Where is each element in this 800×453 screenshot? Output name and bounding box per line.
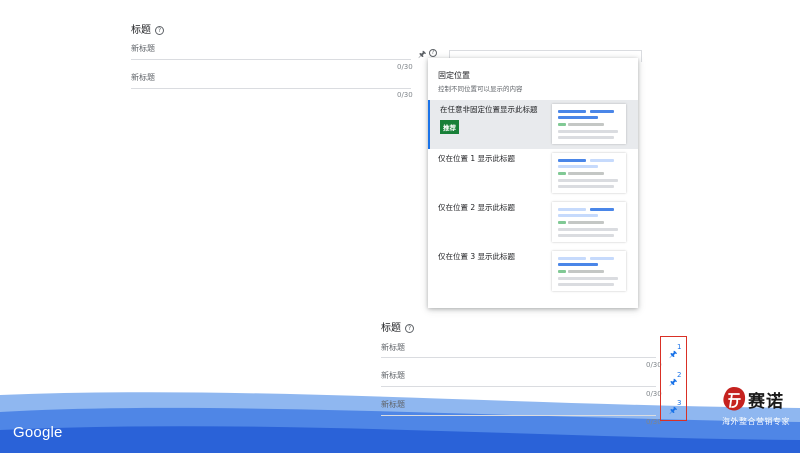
headline-placeholder: 新标题 — [381, 343, 405, 352]
headline-char-counter: 0/30 — [397, 91, 413, 99]
pinned-positions-highlight: 🖈 1 🖈 2 🖈 3 — [660, 336, 687, 421]
option-label: 在任意非固定位置显示此标题 — [440, 105, 538, 114]
pin-position-label: 3 — [677, 399, 682, 407]
headline-input[interactable]: 新标题 — [381, 366, 656, 387]
menu-option-any-position[interactable]: 在任意非固定位置显示此标题 推荐 — [428, 100, 638, 149]
pushpin-icon[interactable]: 🖈 — [418, 47, 426, 63]
headline-input[interactable]: 新标题 — [131, 40, 411, 60]
preview-thumbnail — [552, 153, 626, 193]
pin-position-label: 1 — [677, 343, 682, 351]
headline-placeholder: 新标题 — [131, 73, 155, 82]
headlines-section-title: 标题? — [131, 21, 164, 36]
headline-placeholder: 新标题 — [131, 44, 155, 53]
headline-input[interactable]: 新标题 — [131, 68, 411, 89]
option-label: 仅在位置 3 显示此标题 — [438, 252, 516, 261]
brand-name: 赛诺 — [748, 392, 784, 412]
preview-thumbnail — [552, 104, 626, 144]
menu-option-position-1[interactable]: 仅在位置 1 显示此标题 — [428, 149, 638, 197]
pin-position-menu: 固定位置 控制不同位置可以显示的内容 在任意非固定位置显示此标题 推荐 仅在位置… — [428, 58, 638, 308]
help-icon[interactable]: ? — [405, 324, 414, 333]
headline-placeholder: 新标题 — [381, 400, 405, 409]
brand-seal-icon — [723, 387, 746, 411]
headline-placeholder: 新标题 — [381, 371, 405, 380]
headline-input[interactable]: 新标题 — [381, 395, 656, 416]
menu-header: 固定位置 控制不同位置可以显示的内容 — [438, 70, 523, 93]
preview-thumbnail — [552, 251, 626, 291]
menu-subtitle: 控制不同位置可以显示的内容 — [438, 85, 523, 93]
google-logo: Google — [13, 424, 63, 441]
option-label: 仅在位置 1 显示此标题 — [438, 154, 516, 163]
headlines-section-title: 标题? — [381, 319, 414, 334]
option-label: 仅在位置 2 显示此标题 — [438, 203, 516, 212]
menu-option-position-3[interactable]: 仅在位置 3 显示此标题 — [428, 247, 638, 295]
brand-logo: 赛诺 海外整合营销专家 — [718, 385, 798, 435]
menu-option-position-2[interactable]: 仅在位置 2 显示此标题 — [428, 198, 638, 246]
menu-title: 固定位置 — [438, 71, 470, 80]
pin-position-label: 2 — [677, 371, 682, 379]
help-icon[interactable]: ? — [429, 49, 437, 57]
preview-thumbnail — [552, 202, 626, 242]
headline-input[interactable]: 新标题 — [381, 338, 656, 358]
recommended-badge: 推荐 — [440, 120, 459, 134]
brand-tagline: 海外整合营销专家 — [722, 417, 790, 426]
help-icon[interactable]: ? — [155, 26, 164, 35]
